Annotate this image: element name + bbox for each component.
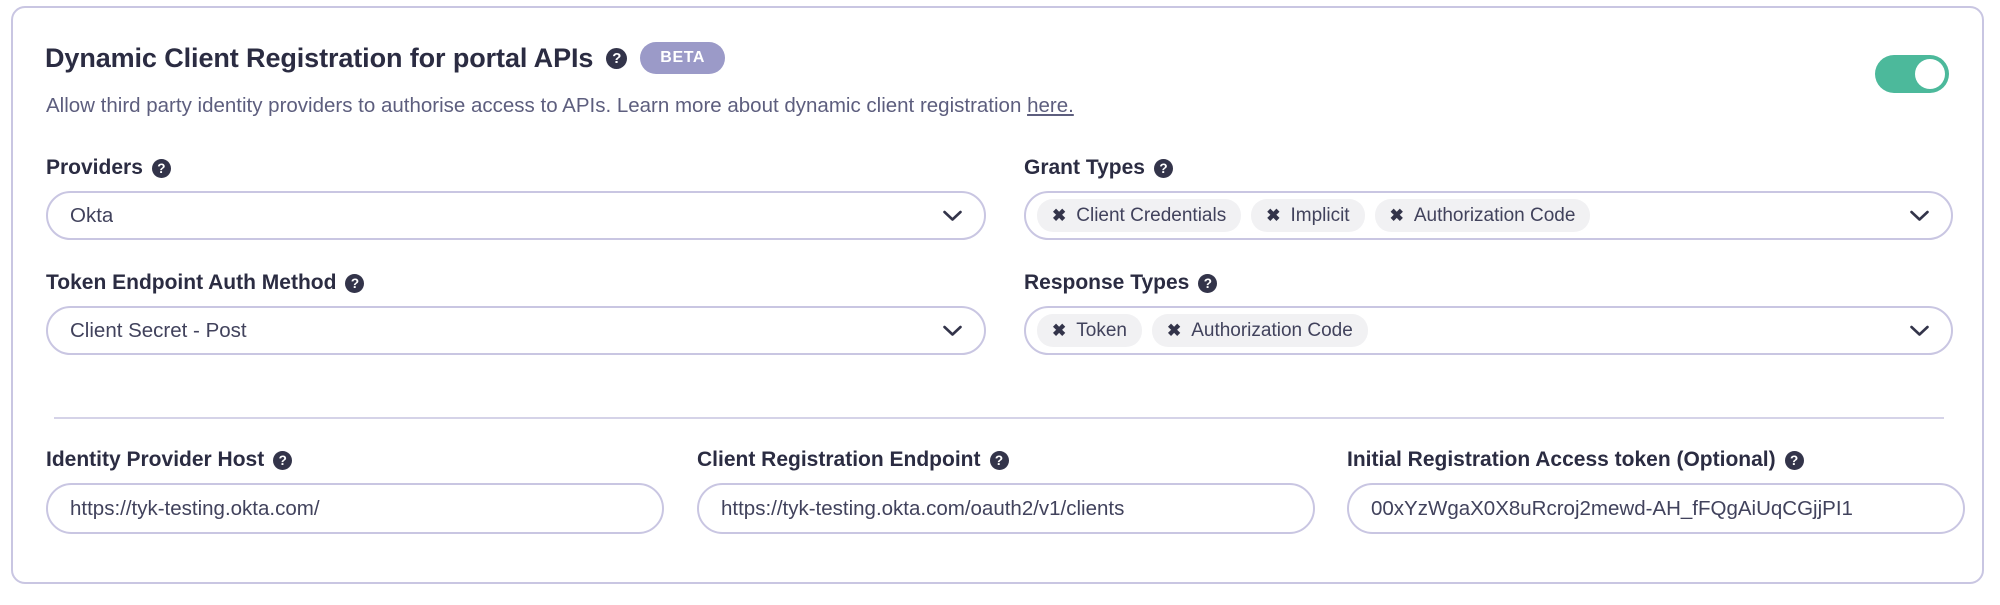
label-grant-types-text: Grant Types [1024, 156, 1145, 180]
chip-label: Implicit [1290, 205, 1349, 227]
chip-remove-icon[interactable]: ✖ [1052, 322, 1066, 339]
chip-remove-icon[interactable]: ✖ [1266, 207, 1280, 224]
section-divider [54, 417, 1944, 419]
chip-label: Authorization Code [1191, 320, 1353, 342]
chip[interactable]: ✖ Authorization Code [1152, 314, 1368, 347]
token-endpoint-auth-method-select[interactable]: Client Secret - Post [46, 306, 986, 355]
help-icon-providers[interactable]: ? [152, 159, 171, 178]
label-client-registration-endpoint: Client Registration Endpoint ? [697, 448, 1315, 472]
label-token-endpoint-auth-method: Token Endpoint Auth Method ? [46, 271, 986, 295]
chip[interactable]: ✖ Implicit [1251, 199, 1364, 232]
providers-select[interactable]: Okta [46, 191, 986, 240]
help-icon-identity-provider-host[interactable]: ? [273, 451, 292, 470]
chip[interactable]: ✖ Authorization Code [1375, 199, 1591, 232]
help-icon-response-types[interactable]: ? [1198, 274, 1217, 293]
enable-dcr-toggle[interactable] [1875, 55, 1949, 93]
chevron-down-icon-response-types[interactable] [1910, 325, 1929, 336]
response-types-multiselect[interactable]: ✖ Token ✖ Authorization Code [1024, 306, 1953, 355]
chip-label: Authorization Code [1414, 205, 1576, 227]
learn-more-link[interactable]: here. [1027, 94, 1074, 117]
card-description: Allow third party identity providers to … [46, 94, 1074, 118]
title-row: Dynamic Client Registration for portal A… [45, 42, 725, 74]
identity-provider-host-value: https://tyk-testing.okta.com/ [48, 497, 320, 521]
chip-label: Token [1076, 320, 1127, 342]
token-endpoint-auth-method-selected-value: Client Secret - Post [48, 319, 247, 343]
label-grant-types: Grant Types ? [1024, 156, 1953, 180]
chip-label: Client Credentials [1076, 205, 1226, 227]
card-description-text: Allow third party identity providers to … [46, 94, 1027, 117]
label-initial-registration-access-token-text: Initial Registration Access token (Optio… [1347, 448, 1776, 472]
chevron-down-icon-providers[interactable] [943, 210, 962, 221]
label-response-types-text: Response Types [1024, 271, 1189, 295]
chip-remove-icon[interactable]: ✖ [1052, 207, 1066, 224]
grant-types-multiselect[interactable]: ✖ Client Credentials ✖ Implicit ✖ Author… [1024, 191, 1953, 240]
chip[interactable]: ✖ Client Credentials [1037, 199, 1241, 232]
response-types-chip-list: ✖ Token ✖ Authorization Code [1026, 314, 1368, 347]
chip-remove-icon[interactable]: ✖ [1390, 207, 1404, 224]
label-providers: Providers ? [46, 156, 986, 180]
card-header: Dynamic Client Registration for portal A… [13, 8, 1982, 128]
field-client-registration-endpoint: Client Registration Endpoint ? https://t… [697, 448, 1315, 534]
field-initial-registration-access-token: Initial Registration Access token (Optio… [1347, 448, 1965, 534]
help-icon-title[interactable]: ? [606, 48, 627, 69]
dynamic-client-registration-card: Dynamic Client Registration for portal A… [11, 6, 1984, 584]
help-icon-token-endpoint-auth-method[interactable]: ? [345, 274, 364, 293]
chevron-down-icon-token-endpoint-auth-method[interactable] [943, 325, 962, 336]
field-providers: Providers ? Okta [46, 156, 986, 240]
field-response-types: Response Types ? ✖ Token ✖ Authorization… [1024, 271, 1953, 355]
label-identity-provider-host-text: Identity Provider Host [46, 448, 264, 472]
initial-registration-access-token-value: 00xYzWgaX0X8uRcroj2mewd-AH_fFQgAiUqCGjjP… [1349, 497, 1853, 521]
grant-types-chip-list: ✖ Client Credentials ✖ Implicit ✖ Author… [1026, 199, 1590, 232]
toggle-knob [1915, 59, 1945, 89]
providers-selected-value: Okta [48, 204, 113, 228]
label-token-endpoint-auth-method-text: Token Endpoint Auth Method [46, 271, 336, 295]
help-icon-initial-registration-access-token[interactable]: ? [1785, 451, 1804, 470]
chip[interactable]: ✖ Token [1037, 314, 1142, 347]
label-response-types: Response Types ? [1024, 271, 1953, 295]
help-icon-client-registration-endpoint[interactable]: ? [990, 451, 1009, 470]
field-identity-provider-host: Identity Provider Host ? https://tyk-tes… [46, 448, 664, 534]
page-title: Dynamic Client Registration for portal A… [45, 43, 593, 74]
client-registration-endpoint-value: https://tyk-testing.okta.com/oauth2/v1/c… [699, 497, 1124, 521]
chip-remove-icon[interactable]: ✖ [1167, 322, 1181, 339]
field-grant-types: Grant Types ? ✖ Client Credentials ✖ Imp… [1024, 156, 1953, 240]
chevron-down-icon-grant-types[interactable] [1910, 210, 1929, 221]
label-client-registration-endpoint-text: Client Registration Endpoint [697, 448, 981, 472]
client-registration-endpoint-input[interactable]: https://tyk-testing.okta.com/oauth2/v1/c… [697, 483, 1315, 534]
beta-badge: BETA [640, 42, 725, 74]
identity-provider-host-input[interactable]: https://tyk-testing.okta.com/ [46, 483, 664, 534]
help-icon-grant-types[interactable]: ? [1154, 159, 1173, 178]
field-token-endpoint-auth-method: Token Endpoint Auth Method ? Client Secr… [46, 271, 986, 355]
label-identity-provider-host: Identity Provider Host ? [46, 448, 664, 472]
initial-registration-access-token-input[interactable]: 00xYzWgaX0X8uRcroj2mewd-AH_fFQgAiUqCGjjP… [1347, 483, 1965, 534]
label-initial-registration-access-token: Initial Registration Access token (Optio… [1347, 448, 1965, 472]
label-providers-text: Providers [46, 156, 143, 180]
